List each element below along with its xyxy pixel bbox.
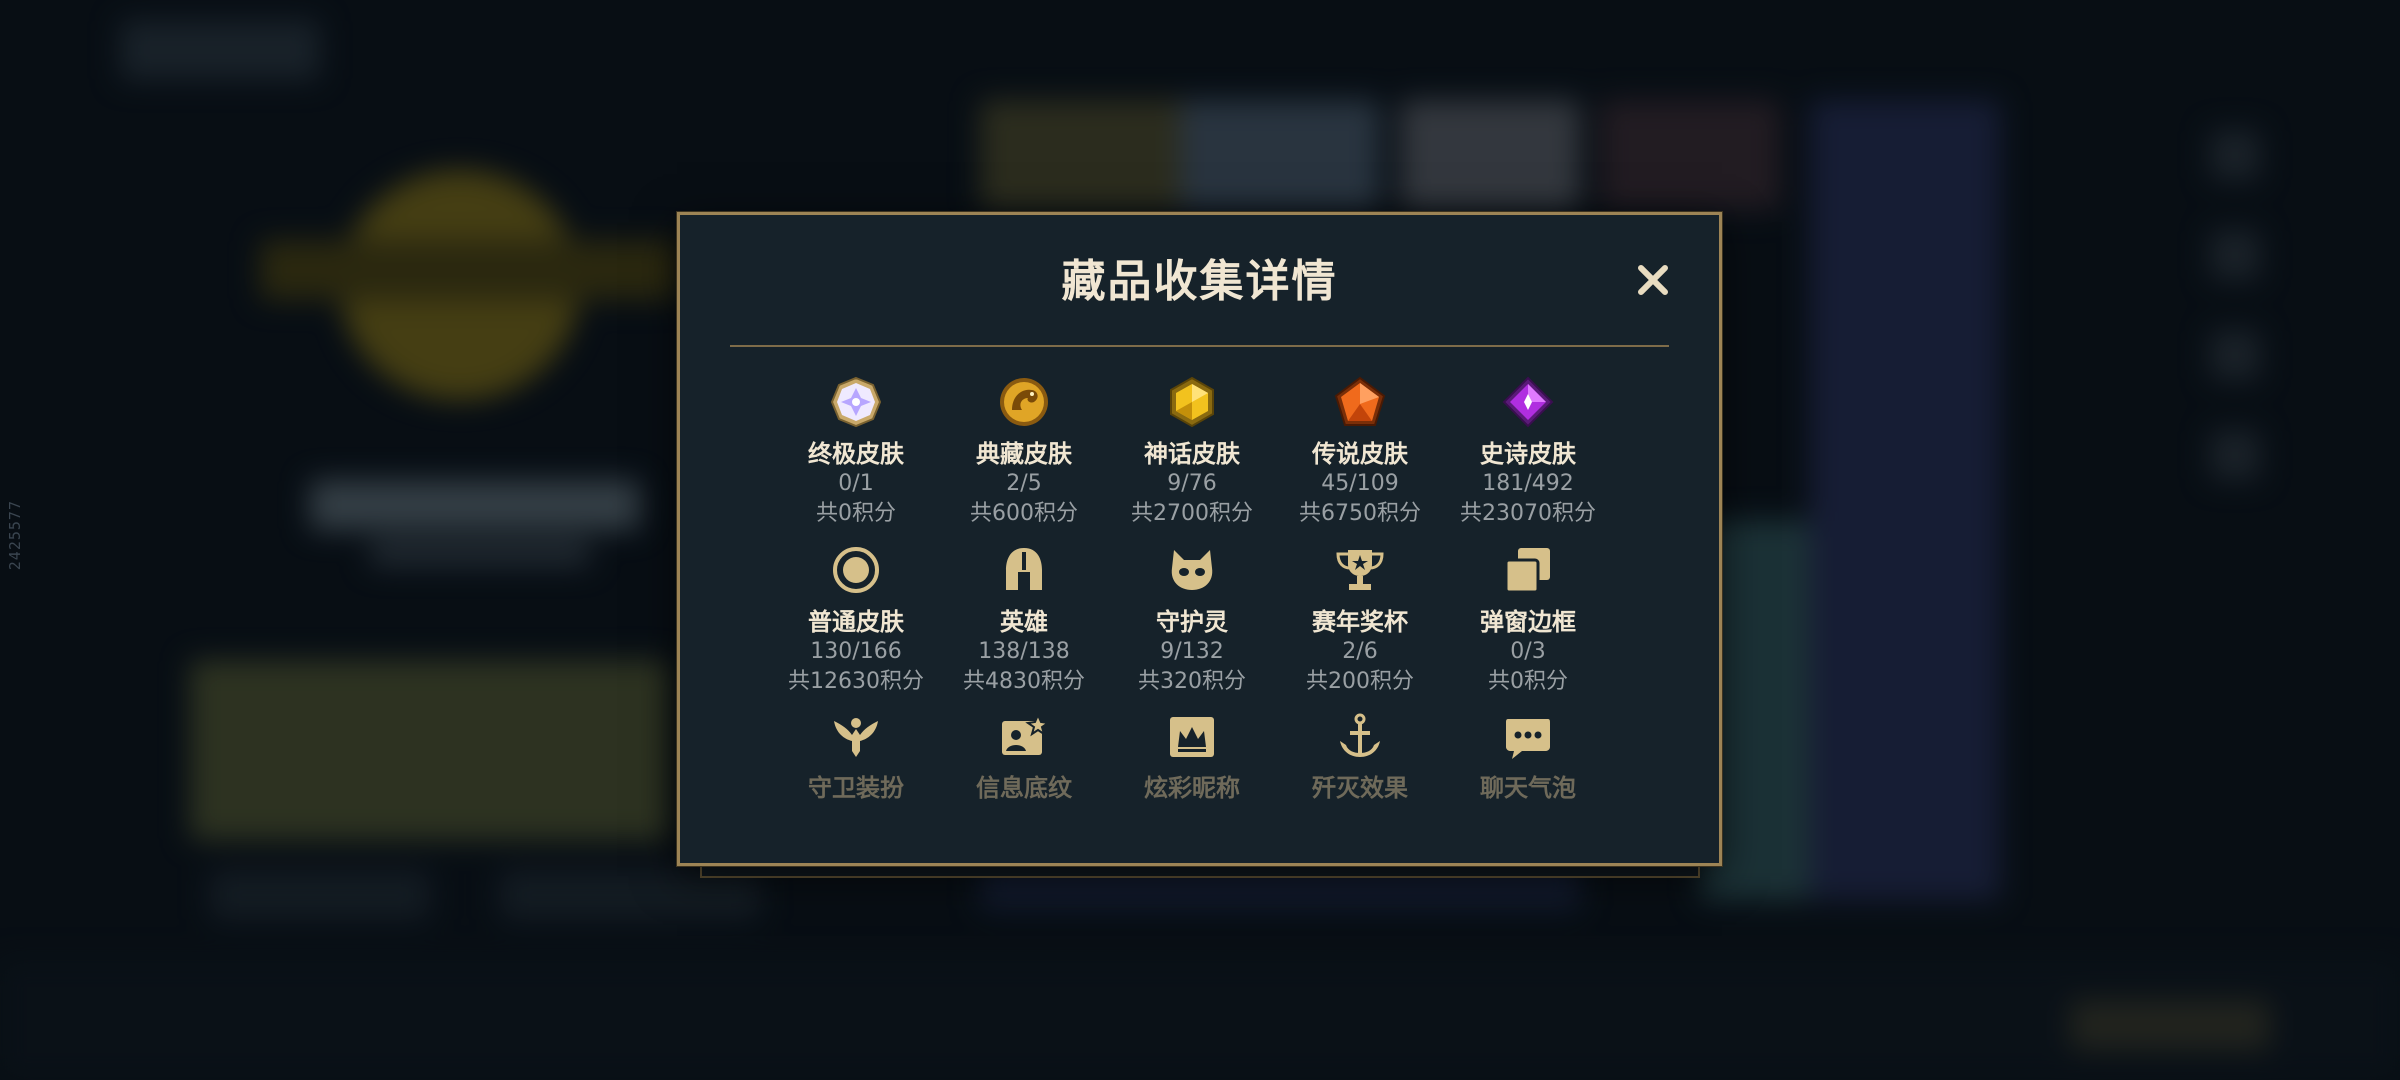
item-points: 共6750积分 [1299, 501, 1421, 526]
popup-frame-icon [1501, 543, 1555, 597]
champion-helmet-icon [997, 543, 1051, 597]
collection-item-elimination-effect[interactable]: 歼灭效果 [1276, 711, 1444, 803]
item-name: 弹窗边框 [1480, 608, 1576, 636]
chroma-nickname-icon [1165, 711, 1219, 763]
item-points: 共200积分 [1306, 669, 1414, 694]
item-points: 共23070积分 [1460, 501, 1596, 526]
collector-skin-icon [997, 375, 1051, 429]
item-name: 聊天气泡 [1480, 774, 1576, 802]
collection-item-chat-bubble[interactable]: 聊天气泡 [1444, 711, 1612, 803]
item-name: 普通皮肤 [808, 608, 904, 636]
collection-item-epic-skin[interactable]: 史诗皮肤 181/492 共23070积分 [1444, 375, 1612, 529]
companion-icon [1165, 543, 1219, 597]
collection-item-ultimate-skin[interactable]: 终极皮肤 0/1 共0积分 [772, 375, 940, 529]
item-name: 史诗皮肤 [1480, 440, 1576, 468]
modal-foot-trim [700, 866, 1700, 878]
close-button[interactable] [1632, 259, 1674, 301]
collection-item-companion[interactable]: 守护灵 9/132 共320积分 [1108, 543, 1276, 697]
profile-banner-icon [997, 711, 1051, 763]
item-count: 9/132 [1160, 639, 1224, 664]
item-points: 共600积分 [970, 501, 1078, 526]
collection-item-collector-skin[interactable]: 典藏皮肤 2/5 共600积分 [940, 375, 1108, 529]
item-name: 神话皮肤 [1144, 440, 1240, 468]
collection-item-popup-frame[interactable]: 弹窗边框 0/3 共0积分 [1444, 543, 1612, 697]
collection-grid: 终极皮肤 0/1 共0积分 典藏皮肤 2/5 共600积分 神话皮肤 9/76 … [772, 375, 1612, 803]
item-name: 信息底纹 [976, 774, 1072, 802]
legendary-skin-icon [1333, 375, 1387, 429]
item-points: 共320积分 [1138, 669, 1246, 694]
collection-item-mythic-skin[interactable]: 神话皮肤 9/76 共2700积分 [1108, 375, 1276, 529]
collection-details-modal: 藏品收集详情 终极皮肤 0/1 共0积分 典藏皮肤 2/5 共600积分 神话皮… [677, 212, 1722, 866]
collection-item-chroma-nickname[interactable]: 炫彩昵称 [1108, 711, 1276, 803]
ward-skin-icon [829, 711, 883, 763]
item-name: 赛年奖杯 [1312, 608, 1408, 636]
item-count: 2/6 [1342, 639, 1378, 664]
item-name: 英雄 [1000, 608, 1048, 636]
item-count: 138/138 [978, 639, 1070, 664]
collection-item-legendary-skin[interactable]: 传说皮肤 45/109 共6750积分 [1276, 375, 1444, 529]
item-name: 歼灭效果 [1312, 774, 1408, 802]
item-count: 130/166 [810, 639, 902, 664]
item-count: 2/5 [1006, 471, 1042, 496]
collection-item-champion[interactable]: 英雄 138/138 共4830积分 [940, 543, 1108, 697]
item-count: 0/3 [1510, 639, 1546, 664]
item-count: 181/492 [1482, 471, 1574, 496]
item-name: 终极皮肤 [808, 440, 904, 468]
close-icon [1638, 265, 1668, 295]
item-points: 共2700积分 [1131, 501, 1253, 526]
item-count: 45/109 [1321, 471, 1399, 496]
collection-item-season-trophy[interactable]: 赛年奖杯 2/6 共200积分 [1276, 543, 1444, 697]
item-points: 共12630积分 [788, 669, 924, 694]
title-divider [730, 345, 1669, 347]
modal-title: 藏品收集详情 [1061, 256, 1338, 307]
side-id-label: 2425577 [6, 500, 24, 571]
item-points: 共0积分 [1488, 669, 1568, 694]
chat-bubble-icon [1501, 711, 1555, 763]
item-name: 传说皮肤 [1312, 440, 1408, 468]
item-name: 典藏皮肤 [976, 440, 1072, 468]
collection-item-ward-skin[interactable]: 守卫装扮 [772, 711, 940, 803]
item-count: 9/76 [1167, 471, 1217, 496]
elimination-effect-icon [1333, 711, 1387, 763]
season-trophy-icon [1333, 543, 1387, 597]
item-name: 守卫装扮 [808, 774, 904, 802]
standard-skin-icon [829, 543, 883, 597]
item-points: 共4830积分 [963, 669, 1085, 694]
item-count: 0/1 [838, 471, 874, 496]
scroll-fade [683, 810, 1716, 860]
collection-item-profile-banner[interactable]: 信息底纹 [940, 711, 1108, 803]
item-points: 共0积分 [816, 501, 896, 526]
collection-item-standard-skin[interactable]: 普通皮肤 130/166 共12630积分 [772, 543, 940, 697]
item-name: 守护灵 [1156, 608, 1228, 636]
item-name: 炫彩昵称 [1144, 774, 1240, 802]
mythic-skin-icon [1165, 375, 1219, 429]
ultimate-skin-icon [829, 375, 883, 429]
epic-skin-icon [1501, 375, 1555, 429]
